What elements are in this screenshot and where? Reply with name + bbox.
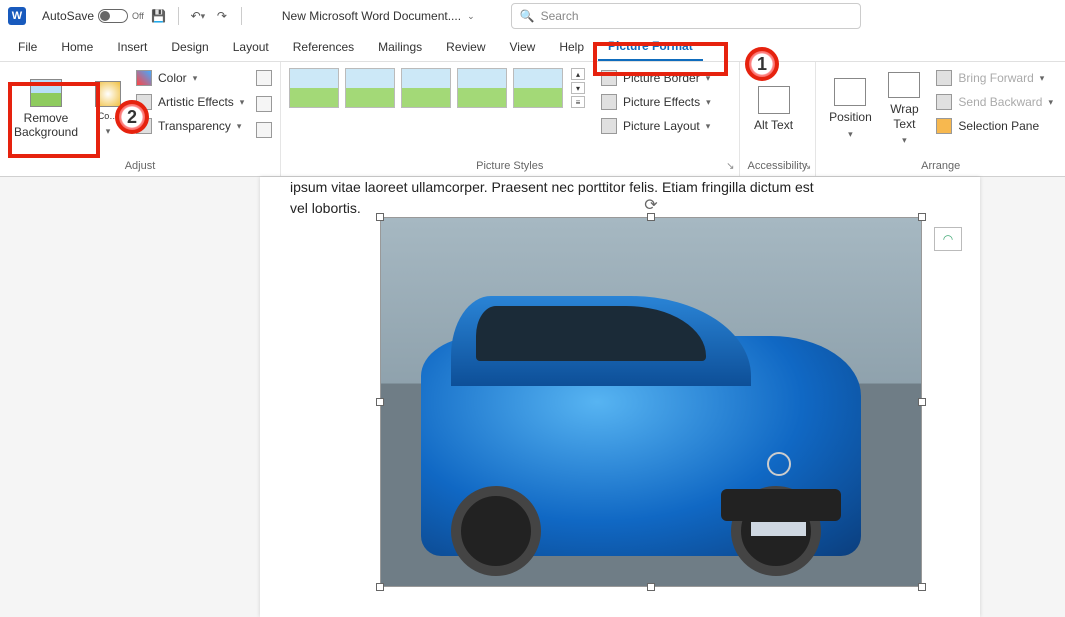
tab-mailings[interactable]: Mailings [368,34,432,60]
resize-handle[interactable] [376,583,384,591]
picture-effects-button[interactable]: Picture Effects▾ [597,92,717,112]
group-label-adjust: Adjust [8,158,272,174]
transparency-button[interactable]: Transparency▾ [132,116,252,136]
redo-icon[interactable]: ↷ [213,7,231,25]
compress-pictures-button[interactable] [256,70,272,86]
artistic-effects-button[interactable]: Artistic Effects▾ [132,92,252,112]
bring-forward-button[interactable]: Bring Forward▾ [932,68,1057,88]
bring-forward-icon [936,70,952,86]
tab-help[interactable]: Help [549,34,594,60]
gallery-down-button[interactable]: ▾ [571,82,585,94]
image-content [380,217,922,587]
alt-text-icon [758,86,790,114]
ribbon-tabs: File Home Insert Design Layout Reference… [0,32,1065,62]
group-arrange: Position▾ Wrap Text▾ Bring Forward▾ Send… [816,62,1065,176]
autosave-state: Off [132,11,144,21]
qat-separator [178,7,179,25]
dialog-launcher-icon[interactable]: ↘ [726,161,734,172]
resize-handle[interactable] [918,213,926,221]
resize-handle[interactable] [918,398,926,406]
selected-image[interactable]: ⟳ ◠ [380,217,922,587]
annotation-box-remove-bg [8,82,100,158]
resize-handle[interactable] [376,213,384,221]
layout-options-button[interactable]: ◠ [934,227,962,251]
ribbon: Remove Background Co… ▾ Color▾ Artistic … [0,62,1065,177]
send-backward-button[interactable]: Send Backward▾ [932,92,1057,112]
annotation-callout-2: 2 [115,100,149,134]
selection-pane-icon [936,118,952,134]
qat-separator [241,7,242,25]
tab-review[interactable]: Review [436,34,495,60]
tab-insert[interactable]: Insert [107,34,157,60]
search-placeholder: Search [541,9,579,23]
body-text[interactable]: ipsum vitae laoreet ullamcorper. Praesen… [290,177,950,219]
page[interactable]: ipsum vitae laoreet ullamcorper. Praesen… [260,177,980,617]
selection-pane-button[interactable]: Selection Pane [932,116,1057,136]
tab-file[interactable]: File [8,34,47,60]
group-picture-styles: ▴ ▾ ≡ Picture Border▾ Picture Effects▾ P… [281,62,740,176]
wrap-text-button[interactable]: Wrap Text▾ [880,68,928,150]
rotate-handle-icon[interactable]: ⟳ [644,195,657,215]
position-button[interactable]: Position▾ [824,68,876,150]
style-thumb[interactable] [289,68,339,108]
change-picture-button[interactable] [256,96,272,112]
autosave-toggle[interactable]: AutoSave Off [42,9,144,23]
gallery-up-button[interactable]: ▴ [571,68,585,80]
annotation-callout-1: 1 [745,47,779,81]
toggle-switch[interactable] [98,9,128,23]
resize-handle[interactable] [647,213,655,221]
search-input[interactable]: 🔍 Search [511,3,861,29]
effects-icon [601,94,617,110]
resize-handle[interactable] [647,583,655,591]
document-area: ipsum vitae laoreet ullamcorper. Praesen… [0,177,1065,617]
layout-options-icon: ◠ [943,232,953,246]
tab-view[interactable]: View [500,34,546,60]
resize-handle[interactable] [376,398,384,406]
annotation-box-picture-format [593,42,728,76]
tab-design[interactable]: Design [161,34,218,60]
car-illustration [421,336,861,556]
search-icon: 🔍 [520,9,535,23]
tab-references[interactable]: References [283,34,364,60]
gallery-more-button[interactable]: ≡ [571,96,585,108]
chevron-down-icon: ⌄ [467,11,475,22]
title-bar: W AutoSave Off 💾 ↶▾ ↷ New Microsoft Word… [0,0,1065,32]
group-accessibility: Alt Text Accessibility ↘ [740,62,817,176]
tab-layout[interactable]: Layout [223,34,279,60]
send-backward-icon [936,94,952,110]
style-thumb[interactable] [401,68,451,108]
picture-styles-gallery[interactable]: ▴ ▾ ≡ [289,68,585,108]
color-button[interactable]: Color▾ [132,68,252,88]
style-thumb[interactable] [345,68,395,108]
document-filename[interactable]: New Microsoft Word Document.... ⌄ [282,9,475,23]
autosave-label: AutoSave [42,9,94,23]
group-label-styles: Picture Styles [289,158,731,174]
wrap-text-icon [888,72,920,98]
picture-layout-button[interactable]: Picture Layout▾ [597,116,717,136]
undo-icon[interactable]: ↶▾ [189,7,207,25]
group-label-arrange: Arrange [824,158,1057,174]
save-icon[interactable]: 💾 [150,7,168,25]
dialog-launcher-icon[interactable]: ↘ [803,161,811,172]
color-icon [136,70,152,86]
group-label-accessibility: Accessibility [748,158,808,174]
resize-handle[interactable] [918,583,926,591]
style-thumb[interactable] [513,68,563,108]
position-icon [834,78,866,106]
word-app-icon: W [8,7,26,25]
layout-icon [601,118,617,134]
style-thumb[interactable] [457,68,507,108]
tab-home[interactable]: Home [51,34,103,60]
reset-picture-button[interactable] [256,122,272,138]
alt-text-button[interactable]: Alt Text [748,68,800,150]
